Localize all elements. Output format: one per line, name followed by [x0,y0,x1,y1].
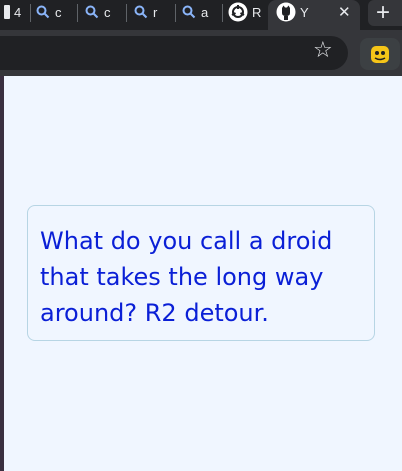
tab-label: c [55,4,62,20]
tab-5[interactable]: a [181,0,221,24]
browser-toolbar: ☆ [0,30,402,76]
tab-7-active[interactable]: Y [276,0,336,24]
tab-label: R [252,4,262,20]
extension-avatar-icon [371,46,389,63]
tab-label: r [153,4,158,20]
address-bar[interactable] [0,36,348,70]
window-icon [4,5,10,19]
tab-label: a [201,4,209,20]
search-icon [36,5,50,19]
joke-card: What do you call a droid that takes the … [27,205,375,341]
tab-3[interactable]: c [84,0,124,24]
search-icon [134,5,148,19]
tab-label: Y [300,4,309,20]
search-icon [182,5,196,19]
joke-text: What do you call a droid that takes the … [40,227,333,327]
tab-6[interactable]: R [228,0,268,24]
github-icon [276,2,296,22]
tab-strip: 4 c c r a R Y ✕ + [0,0,402,30]
openai-icon [228,2,248,22]
tab-2[interactable]: c [35,0,75,24]
extension-button[interactable] [360,38,400,70]
tab-4[interactable]: r [133,0,173,24]
tab-close-button[interactable]: ✕ [338,0,356,24]
tab-label: c [104,4,111,20]
extension-popup: What do you call a droid that takes the … [4,76,402,471]
new-tab-button[interactable]: + [376,0,396,26]
tab-1[interactable]: 4 [4,0,30,24]
bookmark-star-icon[interactable]: ☆ [313,38,333,63]
search-icon [85,5,99,19]
tab-label: 4 [14,4,22,20]
